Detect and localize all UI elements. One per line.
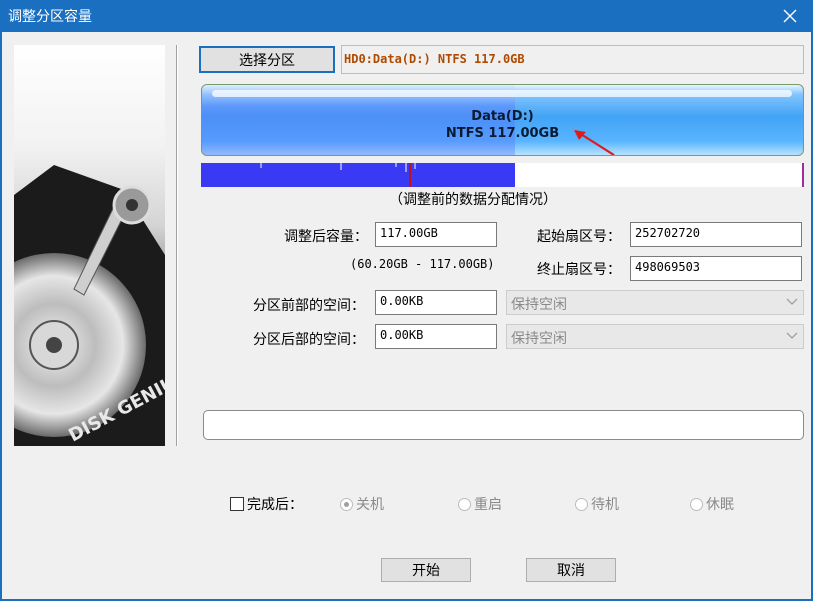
new-size-input[interactable]: 117.00GB bbox=[375, 222, 497, 247]
bar-gloss bbox=[212, 90, 792, 97]
divider bbox=[176, 45, 178, 446]
space-before-option: 保持空闲 bbox=[511, 297, 567, 313]
hard-disk-illustration: DISK GENIUS bbox=[14, 165, 165, 446]
map-caption: （调整前的数据分配情况） bbox=[389, 192, 557, 208]
chevron-down-icon bbox=[786, 298, 798, 305]
partition-bar: Data(D:) NTFS 117.00GB bbox=[201, 84, 804, 156]
title-bar: 调整分区容量 bbox=[0, 0, 813, 32]
start-sector-input[interactable]: 252702720 bbox=[630, 222, 802, 247]
space-before-label: 分区前部的空间： bbox=[253, 298, 365, 314]
end-sector-label: 终止扇区号： bbox=[537, 262, 621, 278]
radio-label: 关机 bbox=[356, 497, 384, 513]
allocation-marks bbox=[260, 163, 804, 187]
space-before-select[interactable]: 保持空闲 bbox=[506, 290, 804, 315]
partition-info-box: HD0:Data(D:) NTFS 117.0GB bbox=[341, 45, 804, 74]
start-sector-label: 起始扇区号： bbox=[537, 229, 621, 245]
close-button[interactable] bbox=[767, 0, 813, 32]
size-range-hint: (60.20GB - 117.00GB) bbox=[350, 257, 495, 271]
disk-genius-side-image: DISK GENIUS bbox=[14, 45, 165, 446]
chevron-down-icon bbox=[786, 332, 798, 339]
radio-label: 待机 bbox=[591, 497, 619, 513]
checkbox-box[interactable] bbox=[230, 497, 244, 511]
radio-dot[interactable] bbox=[690, 497, 703, 511]
space-after-input[interactable]: 0.00KB bbox=[375, 324, 497, 349]
end-sector-input[interactable]: 498069503 bbox=[630, 256, 802, 281]
dialog-body: DISK GENIUS 选择分区 HD0:Data(D:) NTFS 117.0… bbox=[2, 32, 811, 599]
start-button[interactable]: 开始 bbox=[381, 558, 471, 582]
after-completion-label: 完成后： bbox=[247, 497, 303, 513]
progress-bar bbox=[203, 410, 804, 440]
radio-dot[interactable] bbox=[575, 497, 588, 511]
partition-name: Data(D:) bbox=[471, 109, 534, 124]
select-partition-button[interactable]: 选择分区 bbox=[199, 46, 335, 73]
radio-standby[interactable]: 待机 bbox=[575, 494, 619, 514]
space-after-option: 保持空闲 bbox=[511, 331, 567, 347]
radio-label: 休眠 bbox=[706, 497, 734, 513]
pointer-arrow-icon bbox=[574, 130, 615, 155]
radio-hibernate[interactable]: 休眠 bbox=[690, 494, 734, 514]
after-completion-checkbox[interactable]: 完成后： bbox=[230, 494, 303, 514]
new-size-label: 调整后容量： bbox=[284, 229, 368, 245]
radio-restart[interactable]: 重启 bbox=[458, 494, 502, 514]
cancel-button[interactable]: 取消 bbox=[526, 558, 616, 582]
data-distribution-map bbox=[201, 163, 804, 187]
radio-label: 重启 bbox=[474, 497, 502, 513]
radio-shutdown[interactable]: 关机 bbox=[340, 494, 384, 514]
radio-dot[interactable] bbox=[458, 497, 471, 511]
radio-dot[interactable] bbox=[340, 497, 353, 511]
close-icon bbox=[783, 9, 797, 23]
space-after-label: 分区后部的空间： bbox=[253, 332, 365, 348]
window-title: 调整分区容量 bbox=[8, 9, 92, 25]
partition-fs-size: NTFS 117.00GB bbox=[445, 126, 560, 141]
space-before-input[interactable]: 0.00KB bbox=[375, 290, 497, 315]
space-after-select[interactable]: 保持空闲 bbox=[506, 324, 804, 349]
